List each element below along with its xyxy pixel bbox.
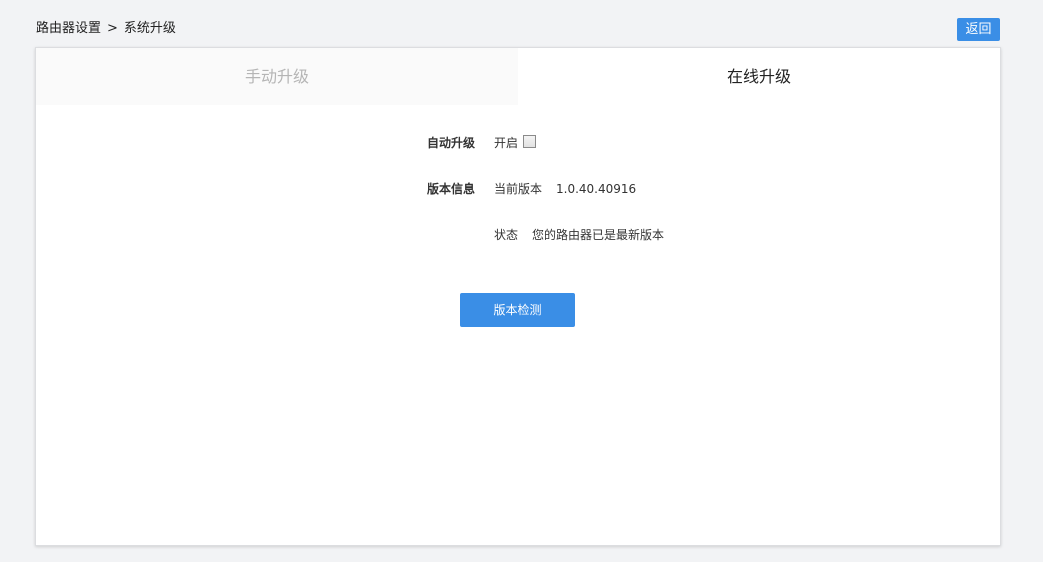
status-value: 您的路由器已是最新版本: [532, 228, 665, 242]
version-check-button[interactable]: 版本检测: [460, 293, 575, 327]
auto-upgrade-checkbox[interactable]: [523, 135, 536, 148]
breadcrumb-parent[interactable]: 路由器设置: [36, 21, 101, 36]
auto-upgrade-option-label: 开启: [494, 136, 519, 150]
breadcrumb: 路由器设置 > 系统升级: [36, 19, 176, 39]
tab-bar: 手动升级 在线升级: [36, 48, 1000, 105]
status-label: 状态: [494, 228, 519, 242]
breadcrumb-separator: >: [107, 21, 118, 36]
upgrade-panel: 手动升级 在线升级 自动升级 开启 版本信息 当前版本 1.0.40.40916…: [35, 47, 1001, 546]
back-button[interactable]: 返回: [957, 18, 1000, 41]
tab-online-upgrade[interactable]: 在线升级: [518, 48, 1000, 105]
breadcrumb-current: 系统升级: [123, 21, 176, 36]
current-version-label: 当前版本: [494, 182, 543, 196]
tab-manual-upgrade[interactable]: 手动升级: [36, 48, 518, 105]
current-version-value: 1.0.40.40916: [556, 182, 637, 196]
version-info-label: 版本信息: [426, 182, 475, 196]
auto-upgrade-label: 自动升级: [426, 136, 475, 150]
